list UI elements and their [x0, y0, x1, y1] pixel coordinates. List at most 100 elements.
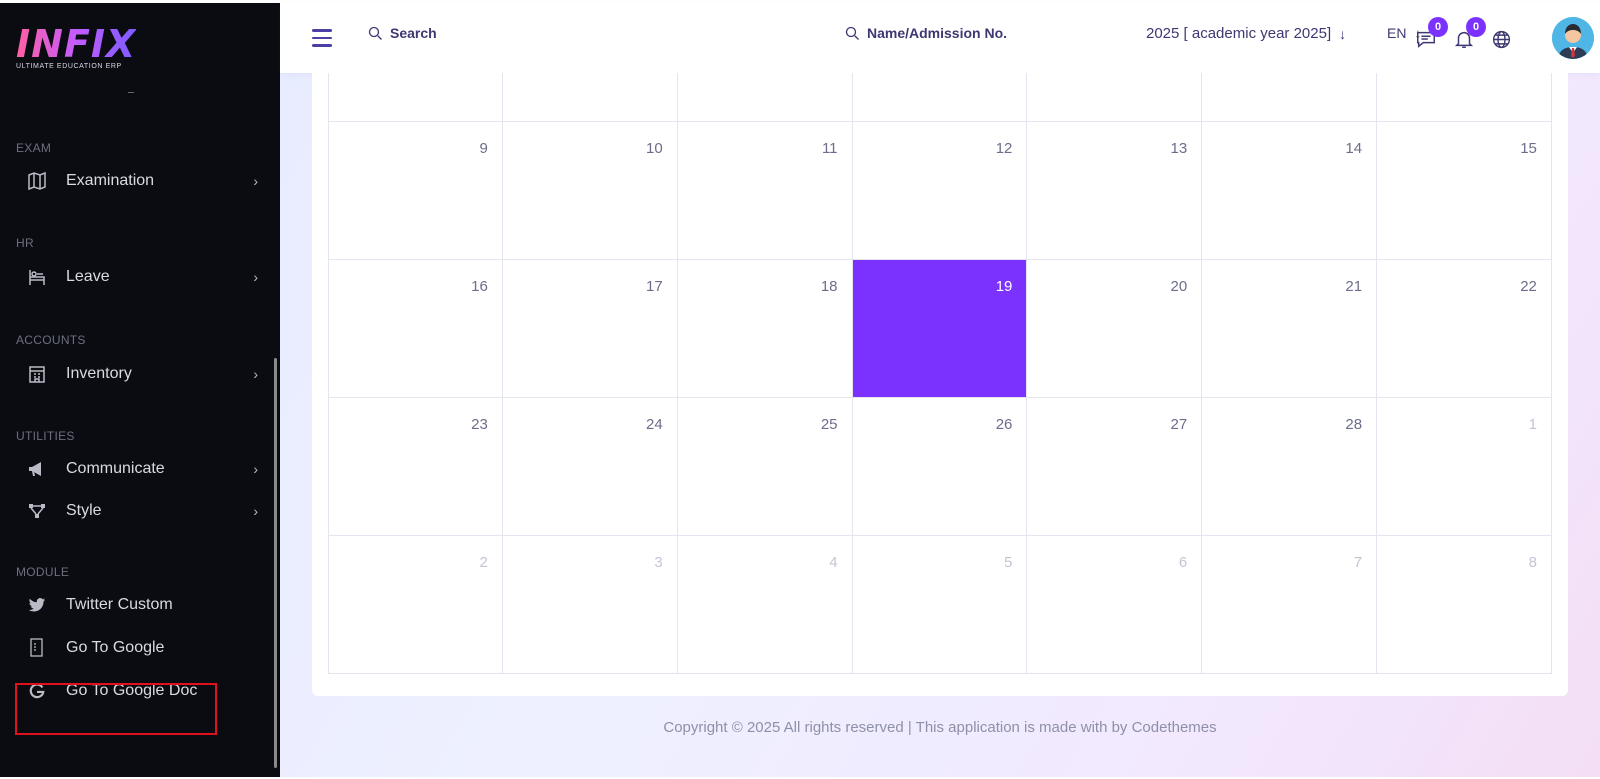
sidebar-item-style[interactable]: Style ›: [16, 493, 264, 529]
section-label-exam: EXAM: [16, 141, 52, 155]
calendar-day-cell[interactable]: 10: [502, 122, 678, 260]
sidebar: INFIX ULTIMATE EDUCATION ERP EXAM Examin…: [0, 3, 280, 777]
calendar-day-cell[interactable]: 16: [328, 260, 503, 398]
notifications-button[interactable]: 0: [1452, 17, 1486, 51]
calendar-day-cell[interactable]: 4: [677, 536, 853, 674]
calendar-day-cell[interactable]: [1027, 73, 1203, 122]
day-number: 22: [1520, 278, 1537, 295]
logo-tagline: ULTIMATE EDUCATION ERP: [16, 63, 122, 70]
section-label-utilities: UTILITIES: [16, 429, 75, 443]
calendar-day-cell[interactable]: 20: [1027, 260, 1203, 398]
day-number: 7: [1353, 554, 1363, 571]
sidebar-item-label: Style: [66, 502, 102, 519]
calendar-day-cell[interactable]: 17: [502, 260, 678, 398]
sidebar-item-inventory[interactable]: Inventory ›: [16, 356, 264, 392]
calendar-day-cell[interactable]: 22: [1377, 260, 1552, 398]
user-avatar[interactable]: [1552, 17, 1594, 59]
calendar-day-cell[interactable]: 1: [1377, 398, 1552, 536]
calendar-day-cell[interactable]: 23: [328, 398, 503, 536]
calendar-day-cell[interactable]: 15: [1377, 122, 1552, 260]
calendar-day-cell[interactable]: 9: [328, 122, 503, 260]
section-label-hr: HR: [16, 236, 34, 250]
calendar-day-cell[interactable]: [852, 73, 1028, 122]
day-number: 11: [821, 140, 838, 157]
sidebar-item-label: Inventory: [66, 365, 132, 382]
calendar-day-cell[interactable]: 8: [1377, 536, 1552, 674]
calendar-day-cell[interactable]: 25: [677, 398, 853, 536]
section-label-accounts: ACCOUNTS: [16, 333, 86, 347]
day-number: 17: [646, 278, 663, 295]
map-icon: [26, 170, 48, 192]
building-icon: [26, 363, 48, 385]
calendar-day-cell[interactable]: 13: [1027, 122, 1203, 260]
calendar-day-cell[interactable]: 6: [1027, 536, 1203, 674]
calendar-day-cell[interactable]: 24: [502, 398, 678, 536]
calendar-day-cell[interactable]: [677, 73, 853, 122]
calendar-day-cell[interactable]: 7: [1202, 536, 1378, 674]
day-number: 23: [471, 416, 488, 433]
day-number: 2: [479, 554, 488, 571]
day-number: 9: [479, 140, 488, 157]
sidebar-item-leave[interactable]: Leave ›: [16, 259, 264, 295]
hamburger-menu-icon[interactable]: [312, 29, 332, 52]
truncated-item: [128, 87, 134, 93]
calendar-week: 9 10 11 12 13 14 15: [328, 122, 1552, 260]
notifications-count-badge: 0: [1466, 17, 1486, 37]
day-number: 27: [1170, 416, 1188, 433]
calendar-day-cell[interactable]: 11: [677, 122, 853, 260]
sidebar-item-label: Twitter Custom: [66, 596, 173, 613]
calendar-day-cell[interactable]: 19: [852, 260, 1028, 398]
day-number: 24: [646, 416, 663, 433]
calendar-week: 2 3 4 5 6 7 8: [328, 536, 1552, 674]
sidebar-item-label: Leave: [66, 268, 110, 285]
calendar-week: 23 24 25 26 27 28 1: [328, 398, 1552, 536]
calendar-day-cell[interactable]: 5: [852, 536, 1028, 674]
day-number: 13: [1170, 140, 1188, 157]
name-search-placeholder: Name/Admission No.: [867, 25, 1008, 41]
name-admission-search-input[interactable]: Name/Admission No.: [845, 25, 1007, 41]
calendar-day-cell[interactable]: [1202, 73, 1378, 122]
day-number: 16: [471, 278, 488, 295]
calendar-day-cell[interactable]: 27: [1027, 398, 1203, 536]
sidebar-item-go-to-google[interactable]: Go To Google: [16, 630, 264, 666]
calendar-day-cell[interactable]: [328, 73, 503, 122]
calendar-day-cell[interactable]: 26: [852, 398, 1028, 536]
app-logo[interactable]: INFIX ULTIMATE EDUCATION ERP: [16, 23, 136, 70]
chevron-right-icon: ›: [253, 461, 258, 477]
day-number: 15: [1520, 140, 1537, 157]
document-icon: [26, 637, 48, 659]
main-content: Search Name/Admission No. 2025 [ academi…: [280, 3, 1600, 777]
calendar-day-cell[interactable]: [502, 73, 678, 122]
top-header: Search Name/Admission No. 2025 [ academi…: [280, 3, 1600, 73]
sidebar-item-twitter-custom[interactable]: Twitter Custom: [16, 587, 264, 623]
sidebar-scrollbar[interactable]: [274, 358, 277, 768]
arrow-down-icon: ↓: [1339, 25, 1347, 42]
academic-year-select[interactable]: 2025 [ academic year 2025] ↓: [1146, 25, 1346, 42]
chevron-right-icon: ›: [253, 173, 258, 189]
sidebar-item-label: Communicate: [66, 460, 165, 477]
calendar-day-cell[interactable]: 18: [677, 260, 853, 398]
search-input[interactable]: Search: [368, 25, 437, 41]
calendar-day-cell[interactable]: 28: [1202, 398, 1378, 536]
messages-button[interactable]: 0: [1414, 17, 1448, 51]
language-value: EN: [1387, 25, 1407, 41]
search-placeholder: Search: [390, 25, 437, 41]
section-label-module: MODULE: [16, 565, 70, 579]
day-number: 8: [1528, 554, 1537, 571]
search-icon: [845, 26, 859, 40]
calendar-day-cell[interactable]: 14: [1202, 122, 1378, 260]
calendar-day-cell[interactable]: [1377, 73, 1552, 122]
calendar-day-cell[interactable]: 3: [502, 536, 678, 674]
day-number: 1: [1528, 416, 1537, 433]
sidebar-item-communicate[interactable]: Communicate ›: [16, 451, 264, 487]
calendar-day-cell[interactable]: 12: [852, 122, 1028, 260]
calendar-day-cell[interactable]: 2: [328, 536, 503, 674]
chevron-right-icon: ›: [253, 366, 258, 382]
day-number: 25: [820, 416, 838, 433]
calendar-day-cell[interactable]: 21: [1202, 260, 1378, 398]
calendar-week: 16 17 18 19 20 21 22: [328, 260, 1552, 398]
day-number: 19: [995, 278, 1013, 295]
globe-icon: [1492, 30, 1510, 48]
globe-button[interactable]: [1489, 27, 1513, 51]
sidebar-item-examination[interactable]: Examination ›: [16, 163, 264, 199]
